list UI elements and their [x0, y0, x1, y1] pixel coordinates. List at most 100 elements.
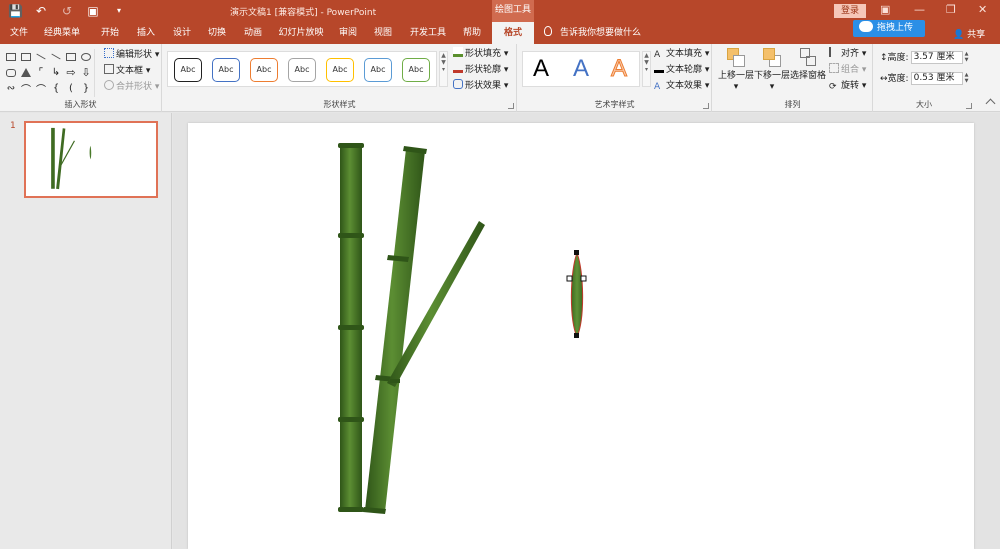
send-backward-label: 下移一层 — [753, 71, 790, 81]
tab-animations[interactable]: 动画 — [237, 22, 269, 44]
bamboo-leaf-selected[interactable] — [570, 251, 584, 339]
collapse-ribbon-icon[interactable] — [985, 98, 996, 109]
shape-curve[interactable]: ⌒ — [19, 81, 33, 96]
login-button[interactable]: 登录 — [834, 4, 866, 18]
height-spinner[interactable]: ▲ ▼ — [963, 51, 971, 64]
rotate-button[interactable]: ⟳ 旋转 ▾ — [829, 79, 866, 93]
shape-arc[interactable]: ⌒ — [34, 81, 48, 96]
tab-slideshow[interactable]: 幻灯片放映 — [274, 22, 328, 44]
style-preset-7[interactable]: Abc — [402, 58, 430, 82]
shape-outline-button[interactable]: 形状轮廓 ▾ — [453, 63, 508, 77]
down-arrow-icon: ⇩ — [81, 66, 91, 79]
bamboo-stalk-left[interactable] — [338, 143, 364, 512]
undo-icon[interactable]: ↶ — [34, 3, 48, 19]
ribbon-display-options-icon[interactable]: ▣ — [880, 3, 890, 16]
save-icon[interactable]: 💾 — [8, 3, 23, 19]
wordart-dialog-launcher[interactable] — [703, 103, 709, 109]
resize-handle-bottom[interactable] — [574, 333, 579, 338]
textbox-icon — [6, 52, 16, 61]
tab-developer[interactable]: 开发工具 — [404, 22, 452, 44]
shape-brace-left[interactable]: { — [49, 81, 63, 96]
group-button[interactable]: 组合 ▾ — [829, 63, 866, 77]
style-preset-2[interactable]: Abc — [212, 58, 240, 82]
shape-style-more-button[interactable]: ▲ ▼ ▾ — [439, 51, 448, 87]
merge-shapes-button[interactable]: 合并形状 ▾ — [104, 80, 159, 94]
shape-rectangle[interactable] — [64, 49, 78, 64]
shape-oval[interactable] — [79, 49, 93, 64]
resize-handle-right[interactable] — [580, 275, 587, 282]
shape-freeform[interactable]: ∾ — [4, 81, 18, 96]
slide-thumbnail[interactable] — [24, 121, 158, 198]
share-button[interactable]: 👤 共享 — [953, 27, 985, 40]
tab-transitions[interactable]: 切换 — [201, 22, 233, 44]
shape-paren-left[interactable]: ( — [64, 81, 78, 96]
customize-qat-icon[interactable]: ▾ — [112, 3, 126, 19]
text-effects-button[interactable]: A 文本效果 ▾ — [654, 79, 709, 93]
shape-brace-right[interactable]: } — [79, 81, 93, 96]
upload-button[interactable]: 拖拽上传 — [853, 20, 925, 37]
width-icon: ↔ — [880, 74, 888, 84]
width-row: ↔宽度: 0.53 厘米 ▲ ▼ — [880, 72, 971, 86]
width-input[interactable]: 0.53 厘米 — [910, 72, 963, 85]
shapes-gallery-scroll[interactable] — [94, 49, 102, 97]
resize-handle-top[interactable] — [574, 250, 579, 255]
style-preset-1[interactable]: Abc — [174, 58, 202, 82]
text-outline-button[interactable]: 文本轮廓 ▾ — [654, 63, 709, 77]
wordart-more-button[interactable]: ▲ ▼ ▾ — [642, 51, 651, 87]
tab-design[interactable]: 设计 — [166, 22, 198, 44]
tab-view[interactable]: 视图 — [367, 22, 399, 44]
tab-classic-menu[interactable]: 经典菜单 — [40, 22, 84, 44]
style-preset-6[interactable]: Abc — [364, 58, 392, 82]
shape-right-arrow[interactable]: ⇨ — [64, 65, 78, 80]
shape-effects-button[interactable]: 形状效果 ▾ — [453, 79, 508, 93]
right-arrow-icon: ⇨ — [66, 66, 76, 79]
arrow-line-icon — [51, 53, 61, 60]
bring-forward-icon — [727, 48, 745, 68]
tab-insert[interactable]: 插入 — [130, 22, 162, 44]
size-dialog-launcher[interactable] — [966, 103, 972, 109]
shape-textbox[interactable] — [4, 49, 18, 64]
width-spinner[interactable]: ▲ ▼ — [963, 72, 971, 85]
wordart-preset-orange[interactable]: A — [610, 55, 627, 83]
tab-file[interactable]: 文件 — [4, 22, 34, 44]
redo-icon[interactable]: ↺ — [60, 3, 74, 19]
text-box-button[interactable]: 文本框 ▾ — [104, 64, 150, 78]
shape-triangle[interactable] — [19, 65, 33, 80]
shape-arrow-line[interactable] — [49, 49, 63, 64]
tell-me-search[interactable]: 告诉我你想要做什么 — [544, 22, 641, 44]
style-preset-4[interactable]: Abc — [288, 58, 316, 82]
align-button[interactable]: 对齐 ▾ — [829, 47, 866, 61]
tab-home[interactable]: 开始 — [94, 22, 126, 44]
shape-line[interactable] — [34, 49, 48, 64]
wordart-styles-label: 艺术字样式 — [594, 100, 635, 109]
resize-handle-left[interactable] — [566, 275, 573, 282]
shape-down-arrow[interactable]: ⇩ — [79, 65, 93, 80]
text-fill-button[interactable]: A 文本填充 ▾ — [654, 47, 709, 61]
shape-elbow-arrow[interactable]: ↳ — [49, 65, 63, 80]
bring-forward-button[interactable]: 上移一层 ▾ — [717, 48, 755, 93]
shape-elbow[interactable]: ⌜ — [34, 65, 48, 80]
start-from-beginning-icon[interactable]: ▣ — [86, 3, 100, 19]
wordart-preset-black[interactable]: A — [533, 55, 549, 83]
send-backward-button[interactable]: 下移一层 ▾ — [753, 48, 791, 93]
height-row: ↕高度: 3.57 厘米 ▲ ▼ — [880, 51, 971, 65]
shape-rounded-rect[interactable] — [4, 65, 18, 80]
selection-pane-button[interactable]: 选择窗格 — [789, 48, 827, 82]
minimize-icon[interactable]: — — [914, 3, 925, 16]
edit-shape-button[interactable]: 编辑形状 ▾ — [104, 48, 159, 62]
tab-review[interactable]: 审阅 — [332, 22, 364, 44]
shape-styles-dialog-launcher[interactable] — [508, 103, 514, 109]
upload-label: 拖拽上传 — [877, 23, 914, 33]
wordart-preset-blue[interactable]: A — [573, 55, 589, 83]
shape-fill-button[interactable]: 形状填充 ▾ — [453, 47, 508, 61]
height-input[interactable]: 3.57 厘米 — [910, 51, 963, 64]
ribbon-body: ⌜ ↳ ⇨ ⇩ ∾ ⌒ ⌒ { ( } 编辑形状 ▾ 文本框 ▾ 合并形状 ▾ … — [0, 44, 1000, 112]
close-icon[interactable]: ✕ — [978, 3, 987, 16]
shape-vertical-textbox[interactable] — [19, 49, 33, 64]
brace-left-icon: { — [52, 83, 60, 94]
style-preset-5[interactable]: Abc — [326, 58, 354, 82]
tab-help[interactable]: 帮助 — [456, 22, 488, 44]
tab-format[interactable]: 格式 — [492, 22, 534, 44]
style-preset-3[interactable]: Abc — [250, 58, 278, 82]
maximize-icon[interactable]: ❐ — [946, 3, 956, 16]
